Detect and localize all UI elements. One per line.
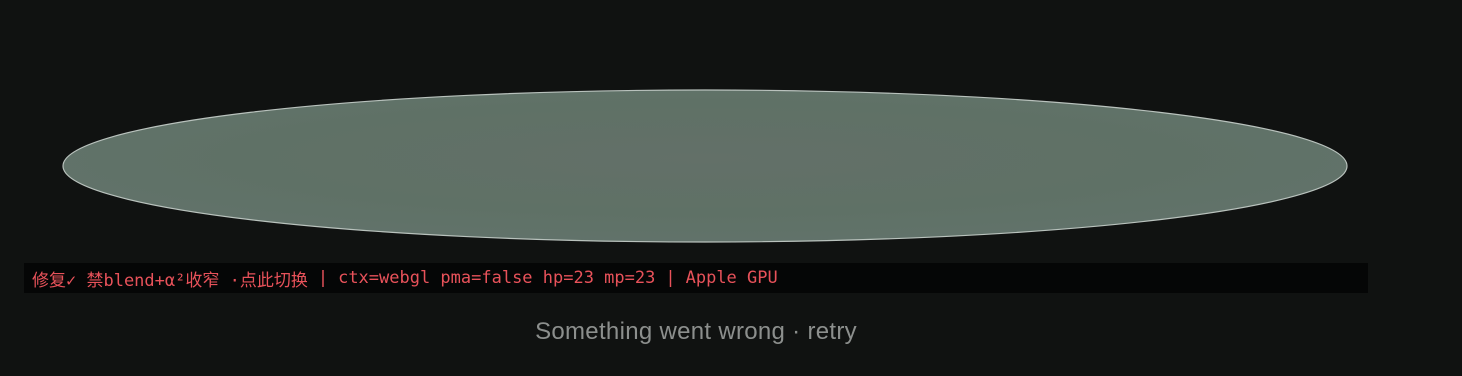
context-info-text: ctx=webgl pma=false hp=23 mp=23	[338, 268, 656, 288]
rendered-ellipse-shape	[62, 89, 1348, 243]
render-svg	[62, 89, 1348, 243]
render-canvas[interactable]	[0, 0, 1462, 260]
debug-info-bar: 修复✓ 禁blend+α²收窄 ·点此切换 | ctx=webgl pma=fa…	[24, 263, 1368, 293]
retry-link[interactable]: retry	[807, 318, 857, 345]
viewer-stage: 修复✓ 禁blend+α²收窄 ·点此切换 | ctx=webgl pma=fa…	[0, 0, 1462, 376]
status-separator: ·	[792, 318, 801, 345]
gpu-info-text: Apple GPU	[685, 268, 778, 288]
error-message-text: Something went wrong	[535, 318, 786, 345]
fix-toggle-button[interactable]: 修复✓ 禁blend+α²收窄 ·点此切换	[32, 266, 308, 291]
debug-divider: |	[317, 268, 329, 288]
debug-divider: |	[665, 268, 676, 288]
error-status: Something went wrong · retry	[0, 318, 1392, 346]
